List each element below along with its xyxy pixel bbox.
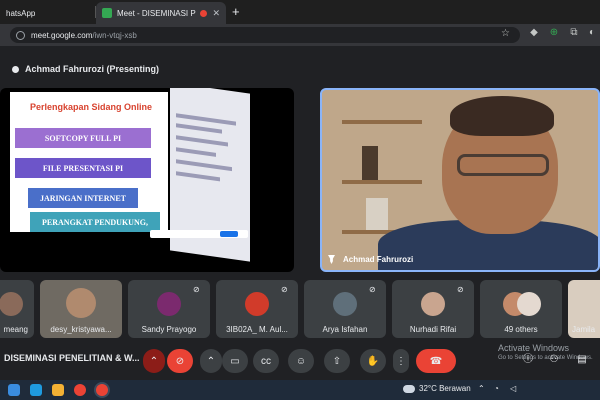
site-info-icon[interactable] bbox=[16, 30, 25, 40]
recording-indicator-icon bbox=[200, 9, 208, 17]
participant-tile[interactable]: ⊘ Sandy Prayogo bbox=[128, 280, 210, 338]
chrome-active-icon[interactable] bbox=[96, 384, 108, 396]
presenter-label: Achmad Fahrurozi (Presenting) bbox=[0, 60, 600, 78]
cloud-icon bbox=[403, 384, 415, 393]
tab-whatsapp[interactable]: hatsApp bbox=[0, 2, 95, 24]
slide-item: FILE PRESENTASI PI bbox=[15, 158, 151, 178]
camera-options-button[interactable]: ⌃ bbox=[200, 349, 222, 373]
tray-chevron-icon[interactable]: ⌃ bbox=[478, 384, 487, 393]
close-tab-icon[interactable]: ✕ bbox=[212, 8, 220, 19]
camera-tile[interactable]: Achmad Fahrurozi bbox=[320, 88, 600, 272]
avatar bbox=[333, 292, 357, 316]
participant-tile[interactable]: Jamila bbox=[568, 280, 600, 338]
participant-tile[interactable]: ⊘ Arya Isfahan bbox=[304, 280, 386, 338]
extension-icon[interactable]: ◆ bbox=[528, 27, 540, 39]
book bbox=[366, 198, 388, 230]
camera-icon[interactable]: ▭ bbox=[222, 349, 248, 373]
participant-name: 3IB02A_ M. Aul... bbox=[226, 325, 288, 334]
present-screen-icon[interactable]: ⇧ bbox=[324, 349, 350, 373]
url-host: meet.google.com bbox=[31, 30, 93, 40]
tab-meet[interactable]: Meet - DISEMINASI PENELI ✕ bbox=[96, 2, 226, 24]
people-icon[interactable]: ⚇ bbox=[546, 352, 562, 368]
participant-tile[interactable]: desy_kristyawa... bbox=[40, 280, 122, 338]
bookshelf bbox=[342, 120, 422, 124]
participant-name: desy_kristyawa... bbox=[50, 325, 112, 334]
screen-share-tile[interactable]: Perlengkapan Sidang Online SOFTCOPY FULL… bbox=[0, 88, 294, 272]
camera-name: Achmad Fahrurozi bbox=[343, 255, 414, 264]
muted-mic-icon: ⊘ bbox=[457, 285, 464, 294]
edge-icon[interactable] bbox=[30, 384, 42, 396]
participant-name: meang bbox=[3, 325, 28, 334]
chat-icon[interactable]: ▤ bbox=[574, 352, 590, 368]
raise-hand-icon[interactable]: ✋ bbox=[360, 349, 386, 373]
muted-mic-icon: ⊘ bbox=[193, 285, 200, 294]
new-tab-button[interactable]: + bbox=[232, 4, 240, 19]
slide-text-line bbox=[176, 171, 220, 182]
network-icon[interactable]: ◔ bbox=[494, 384, 503, 393]
slide-heading: Perlengkapan Sidang Online bbox=[30, 102, 153, 112]
file-explorer-icon[interactable] bbox=[52, 384, 64, 396]
add-icon[interactable]: ⊕ bbox=[548, 27, 560, 39]
address-bar: meet.google.com /iwn-vtqj-xsb ☆ bbox=[0, 24, 600, 46]
profile-icon[interactable]: ◐ bbox=[586, 27, 598, 39]
weather-widget[interactable]: 32°C Berawan bbox=[403, 384, 471, 393]
bookmark-star-icon[interactable]: ☆ bbox=[501, 28, 510, 39]
participant-tile[interactable]: ⊘ Nurhadi Rifai bbox=[392, 280, 474, 338]
slide-item: PERANGKAT PENDUKUNG, bbox=[30, 212, 160, 232]
others-count: 49 others bbox=[504, 325, 538, 334]
others-tile[interactable]: 49 others bbox=[480, 280, 562, 338]
slide-item: SOFTCOPY FULL PI bbox=[15, 128, 151, 148]
tab-title: hatsApp bbox=[6, 8, 36, 18]
participant-name: Arya Isfahan bbox=[322, 325, 368, 334]
browser-tab-bar: hatsApp Meet - DISEMINASI PENELI ✕ + bbox=[0, 0, 600, 24]
presenter-name: Achmad Fahrurozi (Presenting) bbox=[25, 64, 160, 74]
muted-mic-icon: ⊘ bbox=[281, 285, 288, 294]
end-call-button[interactable]: ☎ bbox=[416, 349, 456, 373]
tab-title: Meet - DISEMINASI PENELI bbox=[117, 8, 196, 18]
weather-text: 32°C Berawan bbox=[419, 384, 471, 393]
bookshelf bbox=[342, 180, 422, 184]
slide-text-line bbox=[176, 123, 222, 134]
participant-name: Sandy Prayogo bbox=[141, 325, 197, 334]
volume-icon[interactable]: ◁ bbox=[510, 384, 519, 393]
meet-favicon-icon bbox=[102, 8, 112, 18]
url-path: /iwn-vtqj-xsb bbox=[92, 30, 137, 40]
share-notification-bar bbox=[150, 230, 248, 238]
avatar bbox=[421, 292, 445, 316]
presenter-avatar-icon bbox=[12, 65, 19, 73]
more-options-icon[interactable]: ⋮ bbox=[393, 349, 409, 373]
emoji-icon[interactable]: ☺ bbox=[288, 349, 314, 373]
mic-options-button[interactable]: ⌃ bbox=[143, 349, 165, 373]
slide-front: Perlengkapan Sidang Online SOFTCOPY FULL… bbox=[10, 92, 168, 232]
avatar bbox=[245, 292, 269, 316]
captions-icon[interactable]: cc bbox=[253, 349, 279, 373]
speaker-hair bbox=[450, 96, 554, 136]
slide-text-line bbox=[176, 147, 216, 157]
start-icon[interactable] bbox=[8, 384, 20, 396]
slide-text-line bbox=[176, 159, 232, 172]
camera-name-label: Achmad Fahrurozi bbox=[328, 255, 413, 264]
extensions-puzzle-icon[interactable]: ⧉ bbox=[568, 27, 580, 39]
participant-name: Jamila bbox=[572, 325, 596, 334]
book bbox=[362, 146, 378, 180]
speaker-glasses bbox=[457, 154, 549, 176]
participant-tile[interactable]: meang bbox=[0, 280, 34, 338]
slide-item: JARINGAN INTERNET bbox=[28, 188, 138, 208]
slide-text-line bbox=[176, 135, 228, 147]
stop-sharing-button[interactable] bbox=[220, 231, 238, 237]
avatar bbox=[517, 292, 541, 316]
participant-tile[interactable]: ⊘ 3IB02A_ M. Aul... bbox=[216, 280, 298, 338]
meeting-info-icon[interactable]: ⓘ bbox=[520, 352, 536, 368]
chrome-icon[interactable] bbox=[74, 384, 86, 396]
url-field[interactable]: meet.google.com /iwn-vtqj-xsb ☆ bbox=[10, 27, 520, 43]
avatar bbox=[157, 292, 181, 316]
participant-name: Nurhadi Rifai bbox=[409, 325, 457, 334]
muted-mic-icon: ⊘ bbox=[369, 285, 376, 294]
meeting-title: DISEMINASI PENELITIAN & W... bbox=[4, 353, 140, 363]
microphone-off-icon[interactable]: ⊘ bbox=[167, 349, 193, 373]
avatar bbox=[0, 292, 23, 316]
avatar bbox=[66, 288, 96, 318]
participant-strip: meang desy_kristyawa... ⊘ Sandy Prayogo … bbox=[0, 280, 600, 340]
pin-icon[interactable] bbox=[328, 255, 335, 264]
